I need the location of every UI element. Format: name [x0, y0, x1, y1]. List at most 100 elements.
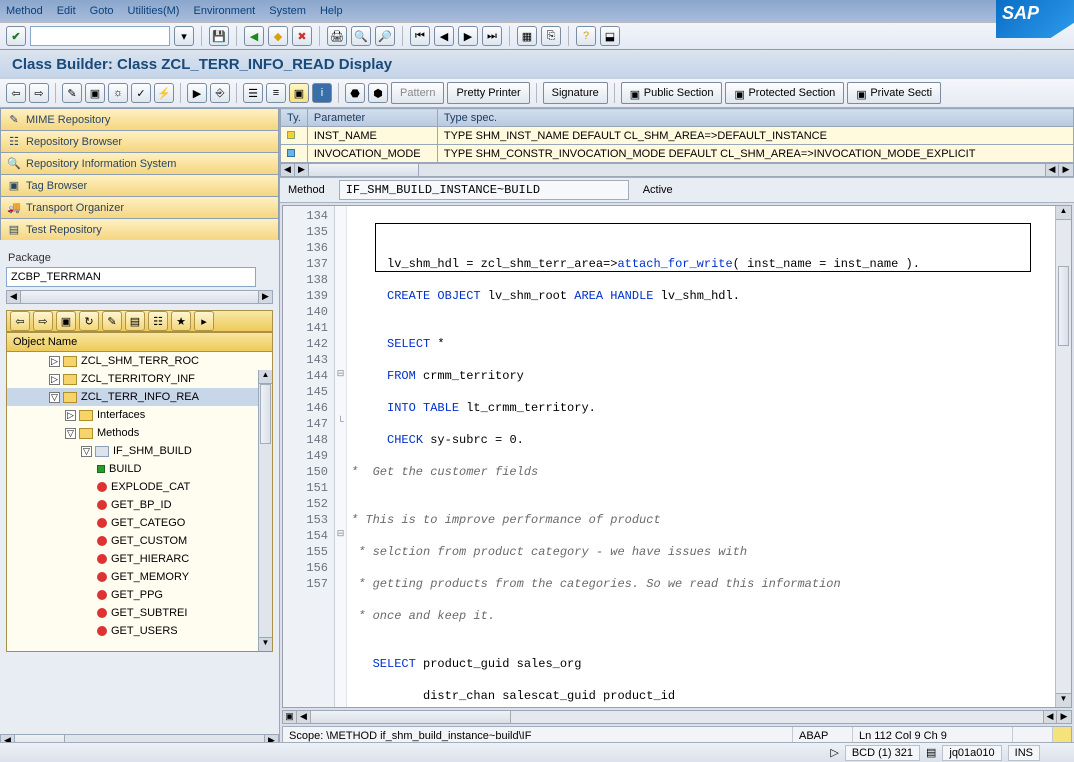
- shortcut-icon[interactable]: ⎘: [541, 26, 561, 46]
- test-icon[interactable]: ▶: [187, 83, 207, 103]
- tree-favorites-icon[interactable]: ★: [171, 311, 191, 331]
- status-nav-icon[interactable]: ▷: [830, 746, 838, 759]
- first-page-icon[interactable]: ⏮: [410, 26, 430, 46]
- tree-back-icon[interactable]: ⇦: [10, 311, 30, 331]
- menu-goto[interactable]: Goto: [90, 5, 114, 17]
- tree-leaf[interactable]: GET_CATEGO: [7, 514, 272, 532]
- param-col-type[interactable]: Ty.: [281, 109, 308, 127]
- command-field[interactable]: [30, 26, 170, 46]
- tree-hierarchy-icon[interactable]: ☷: [148, 311, 168, 331]
- param-col-parameter[interactable]: Parameter: [307, 109, 437, 127]
- find-next-icon[interactable]: 🔎: [375, 26, 395, 46]
- next-page-icon[interactable]: ▶: [458, 26, 478, 46]
- editor-vscroll[interactable]: ▲▼: [1055, 206, 1071, 707]
- tab-mime-repository[interactable]: ✎MIME Repository: [0, 108, 279, 130]
- nav-back-icon[interactable]: ⇦: [6, 83, 26, 103]
- tree-leaf[interactable]: GET_HIERARC: [7, 550, 272, 568]
- param-hscroll[interactable]: ◀▶◀▶: [280, 163, 1074, 177]
- tab-test-repository[interactable]: ▤Test Repository: [0, 218, 279, 240]
- where-used-icon[interactable]: ⎆: [210, 83, 230, 103]
- other-object-icon[interactable]: ▣: [85, 83, 105, 103]
- cancel-icon[interactable]: ✖: [292, 26, 312, 46]
- layout-icon[interactable]: ⬓: [600, 26, 620, 46]
- editor-hscroll[interactable]: ▣◀◀▶: [282, 710, 1072, 724]
- app-toolbar: ⇦ ⇨ ✎ ▣ ☼ ✓ ⚡ ▶ ⎆ ☰ ≡ ▣ i ⬣ ⬢ Pattern Pr…: [0, 78, 1074, 108]
- status-server-icon: ▤: [926, 746, 936, 759]
- tree-up-icon[interactable]: ▣: [56, 311, 76, 331]
- object-list-icon[interactable]: ☰: [243, 83, 263, 103]
- menu-method[interactable]: Method: [6, 5, 43, 17]
- tree-vscroll[interactable]: ▲▼: [258, 370, 272, 651]
- tree-leaf[interactable]: GET_SUBTREI: [7, 604, 272, 622]
- print-icon[interactable]: 🖨: [327, 26, 347, 46]
- last-page-icon[interactable]: ⏭: [482, 26, 502, 46]
- enhance-icon[interactable]: ☼: [108, 83, 128, 103]
- tree-leaf[interactable]: GET_CUSTOM: [7, 532, 272, 550]
- tab-transport-organizer[interactable]: 🚚Transport Organizer: [0, 196, 279, 218]
- protected-section-button[interactable]: ▣Protected Section: [725, 82, 844, 104]
- nav-stack-icon[interactable]: ≡: [266, 83, 286, 103]
- breakpoint-session-icon[interactable]: ⬢: [368, 83, 388, 103]
- tree-fwd-icon[interactable]: ⇨: [33, 311, 53, 331]
- tree-leaf[interactable]: GET_MEMORY: [7, 568, 272, 586]
- menu-utilities[interactable]: Utilities(M): [128, 5, 180, 17]
- method-label: Method: [288, 184, 325, 196]
- active-icon: [97, 465, 105, 473]
- prev-page-icon[interactable]: ◀: [434, 26, 454, 46]
- breakpoint-icon[interactable]: ⬣: [345, 83, 365, 103]
- tree-display-icon[interactable]: ✎: [102, 311, 122, 331]
- exit-icon[interactable]: ◆: [268, 26, 288, 46]
- tree-leaf[interactable]: EXPLODE_CAT: [7, 478, 272, 496]
- tree-filter-icon[interactable]: ▤: [125, 311, 145, 331]
- menu-system[interactable]: System: [269, 5, 306, 17]
- method-status: Active: [643, 184, 673, 196]
- tree-node[interactable]: ▷ZCL_TERRITORY_INF: [7, 370, 272, 388]
- menu-help[interactable]: Help: [320, 5, 343, 17]
- new-session-icon[interactable]: ▦: [517, 26, 537, 46]
- tab-tag-browser[interactable]: ▣Tag Browser: [0, 174, 279, 196]
- fold-gutter[interactable]: ⊟└⊟: [335, 206, 347, 707]
- public-section-button[interactable]: ▣Public Section: [621, 82, 723, 104]
- fullscreen-icon[interactable]: ▣: [289, 83, 309, 103]
- nav-forward-icon[interactable]: ⇨: [29, 83, 49, 103]
- tab-repository-browser[interactable]: ☷Repository Browser: [0, 130, 279, 152]
- package-hscroll[interactable]: ◀▶: [6, 290, 273, 304]
- tree-more-icon[interactable]: ▸: [194, 311, 214, 331]
- tab-repository-info-system[interactable]: 🔍Repository Information System: [0, 152, 279, 174]
- object-tree[interactable]: ▷ZCL_SHM_TERR_ROC ▷ZCL_TERRITORY_INF ▽ZC…: [6, 352, 273, 652]
- param-row[interactable]: INST_NAME TYPE SHM_INST_NAME DEFAULT CL_…: [281, 127, 1074, 145]
- tree-node[interactable]: ▷ZCL_SHM_TERR_ROC: [7, 352, 272, 370]
- tree-leaf-build[interactable]: BUILD: [7, 460, 272, 478]
- method-icon: [97, 518, 107, 528]
- back-icon[interactable]: ◀: [244, 26, 264, 46]
- package-input[interactable]: [6, 267, 256, 287]
- tree-node[interactable]: ▷Interfaces: [7, 406, 272, 424]
- save-icon[interactable]: 💾: [209, 26, 229, 46]
- tree-leaf[interactable]: GET_PPG: [7, 586, 272, 604]
- help-icon[interactable]: ?: [576, 26, 596, 46]
- pretty-printer-button[interactable]: Pretty Printer: [447, 82, 529, 104]
- ok-icon[interactable]: ✔: [6, 26, 26, 46]
- private-section-button[interactable]: ▣Private Secti: [847, 82, 941, 104]
- tree-refresh-icon[interactable]: ↻: [79, 311, 99, 331]
- tree-node[interactable]: ▽IF_SHM_BUILD: [7, 442, 272, 460]
- pattern-button[interactable]: Pattern: [391, 82, 444, 104]
- tree-leaf[interactable]: GET_USERS: [7, 622, 272, 640]
- menu-edit[interactable]: Edit: [57, 5, 76, 17]
- param-col-typespec[interactable]: Type spec.: [437, 109, 1073, 127]
- tree-node[interactable]: ▽Methods: [7, 424, 272, 442]
- find-icon[interactable]: 🔍: [351, 26, 371, 46]
- menu-environment[interactable]: Environment: [193, 5, 255, 17]
- code-area[interactable]: lv_shm_hdl = zcl_shm_terr_area=>attach_f…: [347, 206, 1055, 707]
- display-change-icon[interactable]: ✎: [62, 83, 82, 103]
- dropdown-icon[interactable]: ▾: [174, 26, 194, 46]
- method-name-field[interactable]: IF_SHM_BUILD_INSTANCE~BUILD: [339, 180, 629, 200]
- code-editor[interactable]: 1341351361371381391401411421431441451461…: [282, 205, 1072, 708]
- signature-button[interactable]: Signature: [543, 82, 608, 104]
- activate-icon[interactable]: ⚡: [154, 83, 174, 103]
- help-icon-2[interactable]: i: [312, 83, 332, 103]
- tree-node-selected[interactable]: ▽ZCL_TERR_INFO_REA: [7, 388, 272, 406]
- tree-leaf[interactable]: GET_BP_ID: [7, 496, 272, 514]
- check-icon[interactable]: ✓: [131, 83, 151, 103]
- param-row[interactable]: INVOCATION_MODE TYPE SHM_CONSTR_INVOCATI…: [281, 145, 1074, 163]
